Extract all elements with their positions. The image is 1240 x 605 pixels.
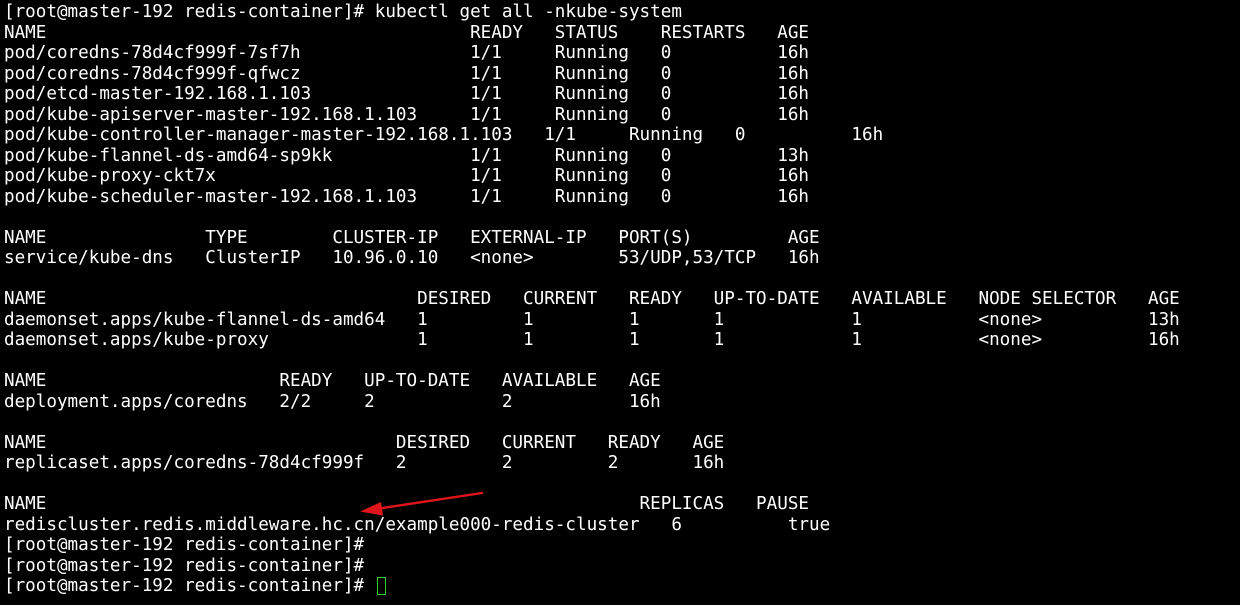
rediscluster-row: rediscluster.redis.middleware.hc.cn/exam… [4, 514, 831, 535]
daemonset-row: daemonset.apps/kube-proxy 1 1 1 1 1 <non… [4, 330, 1180, 350]
pod-row: pod/etcd-master-192.168.1.103 1/1 Runnin… [4, 84, 810, 104]
pod-row: pod/kube-proxy-ckt7x 1/1 Running 0 16h [4, 166, 810, 186]
services-header-row: NAME TYPE CLUSTER-IP EXTERNAL-IP PORT(S)… [4, 227, 820, 248]
cursor-icon [376, 577, 386, 595]
pods-header-row: NAME READY STATUS RESTARTS AGE [4, 22, 810, 43]
daemonsets-header-row: NAME DESIRED CURRENT READY UP-TO-DATE AV… [4, 289, 1180, 309]
replicasets-header-row: NAME DESIRED CURRENT READY AGE [4, 432, 725, 453]
redisclusters-header-row: NAME REPLICAS PAUSE [4, 494, 810, 514]
active-prompt-line[interactable]: [root@master-192 redis-container]# [4, 576, 1236, 597]
pod-row: pod/kube-scheduler-master-192.168.1.103 … [4, 186, 810, 207]
active-prompt-text: [root@master-192 redis-container]# [4, 576, 375, 596]
prompt-line: [root@master-192 redis-container]# [4, 555, 365, 576]
service-row: service/kube-dns ClusterIP 10.96.0.10 <n… [4, 248, 820, 268]
prompt-line: [root@master-192 redis-container]# [4, 535, 365, 555]
deployments-header-row: NAME READY UP-TO-DATE AVAILABLE AGE [4, 371, 661, 391]
pod-row: pod/kube-flannel-ds-amd64-sp9kk 1/1 Runn… [4, 145, 810, 166]
pod-row: pod/kube-apiserver-master-192.168.1.103 … [4, 104, 810, 125]
terminal-output[interactable]: [root@master-192 redis-container]# kubec… [4, 2, 1236, 602]
pod-row: pod/kube-controller-manager-master-192.1… [4, 125, 884, 145]
pod-row: pod/coredns-78d4cf999f-qfwcz 1/1 Running… [4, 63, 810, 84]
deployment-row: deployment.apps/coredns 2/2 2 2 16h [4, 391, 661, 412]
daemonset-row: daemonset.apps/kube-flannel-ds-amd64 1 1… [4, 309, 1180, 330]
terminal-line-command: [root@master-192 redis-container]# kubec… [4, 2, 682, 22]
replicaset-row: replicaset.apps/coredns-78d4cf999f 2 2 2… [4, 453, 725, 473]
pod-row: pod/coredns-78d4cf999f-7sf7h 1/1 Running… [4, 43, 810, 63]
